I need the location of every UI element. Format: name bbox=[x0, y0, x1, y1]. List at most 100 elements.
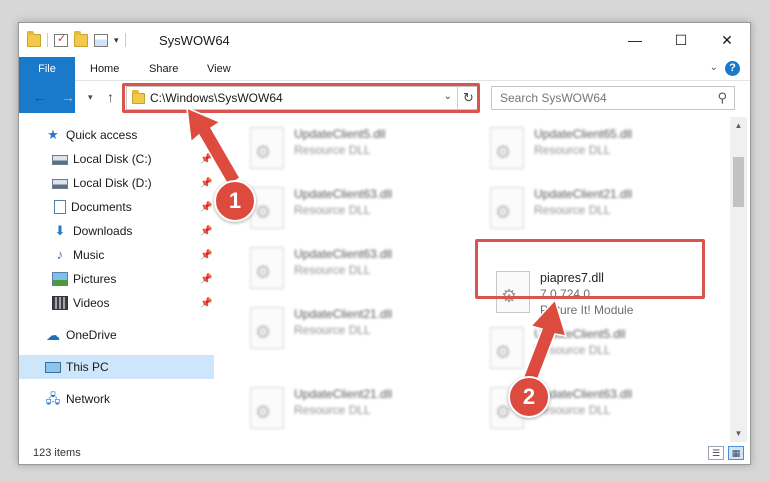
file-item[interactable]: UpdateClient63.dll Resource DLL bbox=[240, 241, 470, 297]
close-button[interactable]: ✕ bbox=[704, 23, 750, 57]
sidebar-item-label: Downloads bbox=[73, 224, 133, 238]
sidebar-item-local-disk-d[interactable]: Local Disk (D:) 📌 bbox=[19, 171, 214, 195]
sidebar-item-local-disk-c[interactable]: Local Disk (C:) 📌 bbox=[19, 147, 214, 171]
sidebar-item-label: Local Disk (C:) bbox=[73, 152, 152, 166]
properties-check-icon[interactable] bbox=[54, 32, 68, 47]
step-2-badge: 2 bbox=[508, 376, 550, 418]
tab-home[interactable]: Home bbox=[90, 57, 119, 81]
scroll-up-icon[interactable]: ▲ bbox=[730, 117, 747, 134]
sidebar-item-label: Videos bbox=[73, 296, 110, 310]
step-1-badge: 1 bbox=[214, 180, 256, 222]
tab-share[interactable]: Share bbox=[149, 57, 178, 81]
downloads-icon: ⬇ bbox=[54, 223, 66, 238]
sidebar-item-label: Local Disk (D:) bbox=[73, 176, 152, 190]
pin-icon[interactable]: 📌 bbox=[200, 298, 212, 309]
sidebar-item-videos[interactable]: Videos 📌 bbox=[19, 291, 214, 315]
navigation-pane: ★ Quick access Local Disk (C:) 📌 Local D… bbox=[19, 121, 214, 441]
back-arrow-icon[interactable]: ← bbox=[33, 89, 47, 105]
file-type: Resource DLL bbox=[294, 323, 371, 337]
navigation-bar: ← → ▾ ↑ C:\Windows\SysWOW64 ⌄ ↻ Search S… bbox=[19, 81, 750, 115]
file-name: UpdateClient21.dll bbox=[534, 187, 633, 201]
minimize-button[interactable]: — bbox=[612, 23, 658, 57]
qat-dropdown-icon[interactable]: ▾ bbox=[114, 35, 119, 46]
sidebar-item-network[interactable]: 🖧 Network bbox=[19, 387, 214, 411]
onedrive-icon: ☁ bbox=[46, 327, 60, 343]
file-item[interactable]: UpdateClient21.dll Resource DLL bbox=[480, 181, 710, 237]
sidebar-item-label: OneDrive bbox=[66, 328, 117, 342]
file-type: Resource DLL bbox=[534, 143, 611, 157]
sidebar-item-label: Documents bbox=[71, 200, 132, 214]
pin-icon[interactable]: 📌 bbox=[200, 250, 212, 261]
status-bar: 123 items ☰ ▦ bbox=[19, 442, 750, 464]
scroll-down-icon[interactable]: ▼ bbox=[730, 425, 747, 442]
file-name: UpdateClient21.dll bbox=[294, 307, 393, 321]
dll-file-icon bbox=[250, 127, 284, 169]
tiles-view-icon[interactable]: ▦ bbox=[728, 446, 744, 460]
item-count: 123 items bbox=[33, 447, 81, 459]
sidebar-item-this-pc[interactable]: This PC bbox=[19, 355, 214, 379]
sidebar-item-downloads[interactable]: ⬇ Downloads 📌 bbox=[19, 219, 214, 243]
file-item[interactable]: UpdateClient5.dll Resource DLL bbox=[480, 321, 710, 377]
sidebar-item-label: Quick access bbox=[66, 128, 138, 142]
customize-icon[interactable] bbox=[94, 33, 108, 47]
sidebar-item-label: Music bbox=[73, 248, 105, 262]
window-title: SysWOW64 bbox=[159, 33, 230, 48]
help-icon[interactable]: ? bbox=[725, 61, 740, 76]
file-type: Resource DLL bbox=[294, 403, 371, 417]
folder-icon[interactable] bbox=[27, 30, 41, 47]
search-box[interactable]: Search SysWOW64 ⚲ bbox=[491, 86, 735, 110]
window-controls: — ☐ ✕ bbox=[612, 23, 750, 57]
scroll-thumb[interactable] bbox=[733, 157, 744, 207]
pin-icon[interactable]: 📌 bbox=[200, 178, 212, 189]
view-toggle: ☰ ▦ bbox=[708, 446, 744, 460]
pc-icon bbox=[45, 361, 61, 373]
forward-arrow-icon[interactable]: → bbox=[61, 89, 75, 105]
pin-icon[interactable]: 📌 bbox=[200, 202, 212, 213]
sidebar-item-label: Network bbox=[66, 392, 111, 406]
expand-ribbon-icon[interactable]: ⌄ bbox=[710, 62, 718, 73]
file-highlight-box bbox=[475, 239, 705, 299]
title-bar: ▾ SysWOW64 — ☐ ✕ bbox=[19, 23, 750, 57]
file-item[interactable]: UpdateClient21.dll Resource DLL bbox=[240, 301, 470, 357]
up-arrow-icon[interactable]: ↑ bbox=[107, 89, 114, 105]
tab-view[interactable]: View bbox=[207, 57, 231, 81]
file-name: UpdateClient21.dll bbox=[294, 387, 393, 401]
file-type: Resource DLL bbox=[294, 203, 371, 217]
pin-icon[interactable]: 📌 bbox=[200, 154, 212, 165]
dll-file-icon bbox=[490, 127, 524, 169]
file-description: Picture It! Module bbox=[540, 303, 634, 317]
search-icon[interactable]: ⚲ bbox=[717, 90, 727, 106]
dll-file-icon bbox=[250, 307, 284, 349]
videos-icon bbox=[52, 296, 68, 310]
sidebar-item-label: Pictures bbox=[73, 272, 117, 286]
pin-icon[interactable]: 📌 bbox=[200, 226, 212, 237]
vertical-scrollbar[interactable]: ▲ ▼ bbox=[730, 117, 747, 442]
dll-file-icon bbox=[250, 247, 284, 289]
file-item[interactable]: UpdateClient21.dll Resource DLL bbox=[240, 381, 470, 437]
sidebar-item-pictures[interactable]: Pictures 📌 bbox=[19, 267, 214, 291]
sidebar-item-music[interactable]: ♪ Music 📌 bbox=[19, 243, 214, 267]
file-item[interactable]: UpdateClient63.dll Resource DLL bbox=[240, 181, 470, 237]
maximize-button[interactable]: ☐ bbox=[658, 23, 704, 57]
search-placeholder: Search SysWOW64 bbox=[500, 91, 607, 105]
details-view-icon[interactable]: ☰ bbox=[708, 446, 724, 460]
network-icon: 🖧 bbox=[45, 391, 61, 406]
recent-locations-icon[interactable]: ▾ bbox=[88, 92, 93, 103]
file-type: Resource DLL bbox=[534, 343, 611, 357]
sidebar-item-quick-access[interactable]: ★ Quick access bbox=[19, 123, 214, 147]
file-type: Resource DLL bbox=[294, 143, 371, 157]
pin-icon[interactable]: 📌 bbox=[200, 274, 212, 285]
toolbar-divider bbox=[47, 33, 48, 47]
new-folder-icon[interactable] bbox=[74, 30, 88, 47]
quick-access-toolbar: ▾ bbox=[27, 30, 126, 47]
file-name: UpdateClient5.dll bbox=[534, 327, 626, 341]
sidebar-item-documents[interactable]: Documents 📌 bbox=[19, 195, 214, 219]
file-item[interactable]: UpdateClient5.dll Resource DLL bbox=[240, 121, 470, 177]
file-type: Resource DLL bbox=[294, 263, 371, 277]
file-type: Resource DLL bbox=[534, 203, 611, 217]
pictures-icon bbox=[52, 272, 68, 286]
file-item[interactable]: UpdateClient65.dll Resource DLL bbox=[480, 121, 710, 177]
dll-file-icon bbox=[250, 187, 284, 229]
disk-icon bbox=[52, 155, 68, 165]
sidebar-item-onedrive[interactable]: ☁ OneDrive bbox=[19, 323, 214, 347]
